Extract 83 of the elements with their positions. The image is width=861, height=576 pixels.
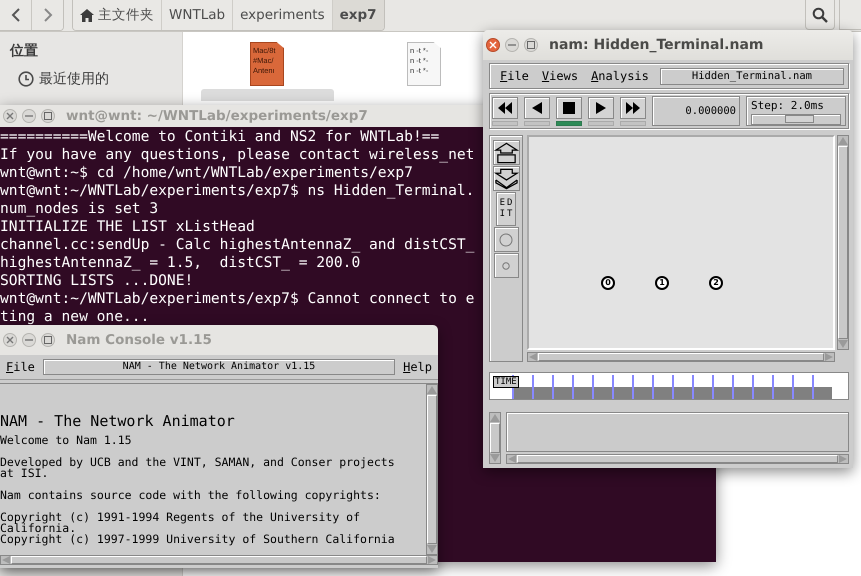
maximize-button[interactable] — [41, 333, 55, 347]
console-paragraph: Welcome to Nam 1.15 — [0, 435, 133, 446]
network-node[interactable]: 1 — [655, 276, 669, 290]
large-node-button[interactable] — [494, 227, 518, 252]
fast-forward-icon — [625, 100, 641, 114]
timeline[interactable]: TIME — [489, 372, 849, 400]
circle-icon — [499, 232, 513, 246]
minimize-button[interactable] — [22, 333, 36, 347]
menu-item[interactable]: Views — [540, 67, 580, 85]
time-display: 0.000000 — [652, 96, 740, 126]
vertical-scrollbar[interactable] — [426, 384, 438, 555]
terminal-line: If you have any questions, please contact wireless_net — [0, 146, 474, 164]
horizontal-scrollbar[interactable] — [506, 454, 849, 464]
maximize-button[interactable] — [41, 109, 55, 123]
vertical-scrollbar[interactable] — [837, 135, 849, 350]
home-icon — [80, 8, 94, 22]
horizontal-scrollbar[interactable] — [527, 352, 835, 362]
circle-icon — [502, 262, 510, 270]
terminal-line: ting a new one... — [0, 308, 150, 326]
maximize-button[interactable] — [524, 38, 538, 52]
menu-item[interactable]: File — [4, 358, 37, 376]
close-button[interactable] — [3, 333, 17, 347]
minimize-button[interactable] — [22, 109, 36, 123]
console-paragraph: Developed by UCB and the VINT, SAMAN, and Conser projects at ISI. — [0, 457, 396, 479]
console-paragraph: Copyright (c) 1991-1994 Regents of the University of California. Copyright (c) 1997-1999 University of Southern California — [0, 512, 396, 545]
stop-button[interactable] — [556, 96, 582, 118]
close-icon — [6, 336, 14, 344]
play-button[interactable] — [588, 96, 614, 118]
zoom-out-button[interactable] — [492, 166, 520, 191]
sidebar-heading: 位置 — [10, 42, 39, 61]
close-button[interactable] — [486, 38, 500, 52]
console-heading: NAM - The Network Animator — [0, 411, 236, 431]
edit-button[interactable]: EDIT — [496, 192, 516, 226]
network-node[interactable]: 0 — [601, 276, 615, 290]
file-name-field: Hidden_Terminal.nam — [660, 68, 844, 84]
small-node-button[interactable] — [494, 253, 518, 278]
terminal-line: num_nodes is set 3 — [0, 200, 158, 218]
close-icon — [489, 41, 497, 49]
stop-icon — [561, 100, 577, 114]
terminal-line: wnt@wnt:~/WNTLab/experiments/exp7$ ns Hidden_Terminal. — [0, 182, 474, 200]
maximize-icon — [44, 112, 52, 120]
path-button[interactable]: 主文件夹 — [73, 0, 162, 30]
back-icon — [11, 8, 21, 22]
close-icon — [6, 112, 14, 120]
forward-icon — [42, 8, 52, 22]
terminal-line: INITIALIZE THE LIST xListHead — [0, 218, 255, 236]
time-slider-handle[interactable]: TIME — [493, 376, 519, 388]
console-paragraph: Nam contains source code with the following copyrights: — [0, 490, 382, 501]
window-title: Nam Console v1.15 — [66, 332, 212, 348]
horizontal-scrollbar[interactable] — [0, 555, 438, 565]
terminal-line: SORTING LISTS ...DONE! — [0, 272, 194, 290]
rewind-button[interactable] — [492, 96, 518, 118]
search-button[interactable] — [805, 0, 835, 30]
menu-item[interactable]: File — [498, 67, 531, 85]
down-arrow-box-icon — [494, 168, 518, 190]
step-slider[interactable] — [751, 114, 841, 125]
menu-item[interactable]: Help — [401, 358, 434, 376]
terminal-line: channel.cc:sendUp - Calc highestAntennaZ_ and distCST_ — [0, 236, 474, 254]
window-title: wnt@wnt: ~/WNTLab/experiments/exp7 — [66, 108, 368, 124]
up-arrow-box-icon — [494, 142, 518, 164]
sidebar-item[interactable]: 最近使用的 — [18, 70, 182, 88]
close-button[interactable] — [3, 109, 17, 123]
terminal-line: wnt@wnt:~$ cd /home/wnt/WNTLab/experiments/exp7 — [0, 164, 413, 182]
slider-thumb[interactable] — [785, 115, 814, 123]
play-backward-button[interactable] — [524, 96, 550, 118]
terminal-line: wnt@wnt:~/WNTLab/experiments/exp7$ Cannot connect to e — [0, 290, 474, 308]
search-icon — [812, 6, 828, 22]
maximize-icon — [44, 336, 52, 344]
menu-item[interactable]: Analysis — [589, 67, 651, 85]
fast-forward-button[interactable] — [620, 96, 646, 118]
path-button[interactable]: exp7 — [332, 0, 384, 30]
terminal-line: ==========Welcome to Contiki and NS2 for WNTLab!== — [0, 128, 440, 146]
vertical-scrollbar[interactable] — [489, 412, 501, 464]
maximize-icon — [527, 41, 535, 49]
title-label: NAM - The Network Animator v1.15 — [42, 359, 396, 375]
network-node[interactable]: 2 — [709, 276, 723, 290]
clock-icon — [18, 71, 34, 87]
step-label: Step: 2.0ms — [751, 99, 825, 112]
zoom-in-button[interactable] — [492, 140, 520, 165]
terminal-line: highestAntennaZ_ = 1.5, distCST_ = 200.0 — [0, 254, 360, 272]
rewind-icon — [497, 100, 513, 114]
minimize-button[interactable] — [505, 38, 519, 52]
window-title: nam: Hidden_Terminal.nam — [549, 37, 764, 53]
